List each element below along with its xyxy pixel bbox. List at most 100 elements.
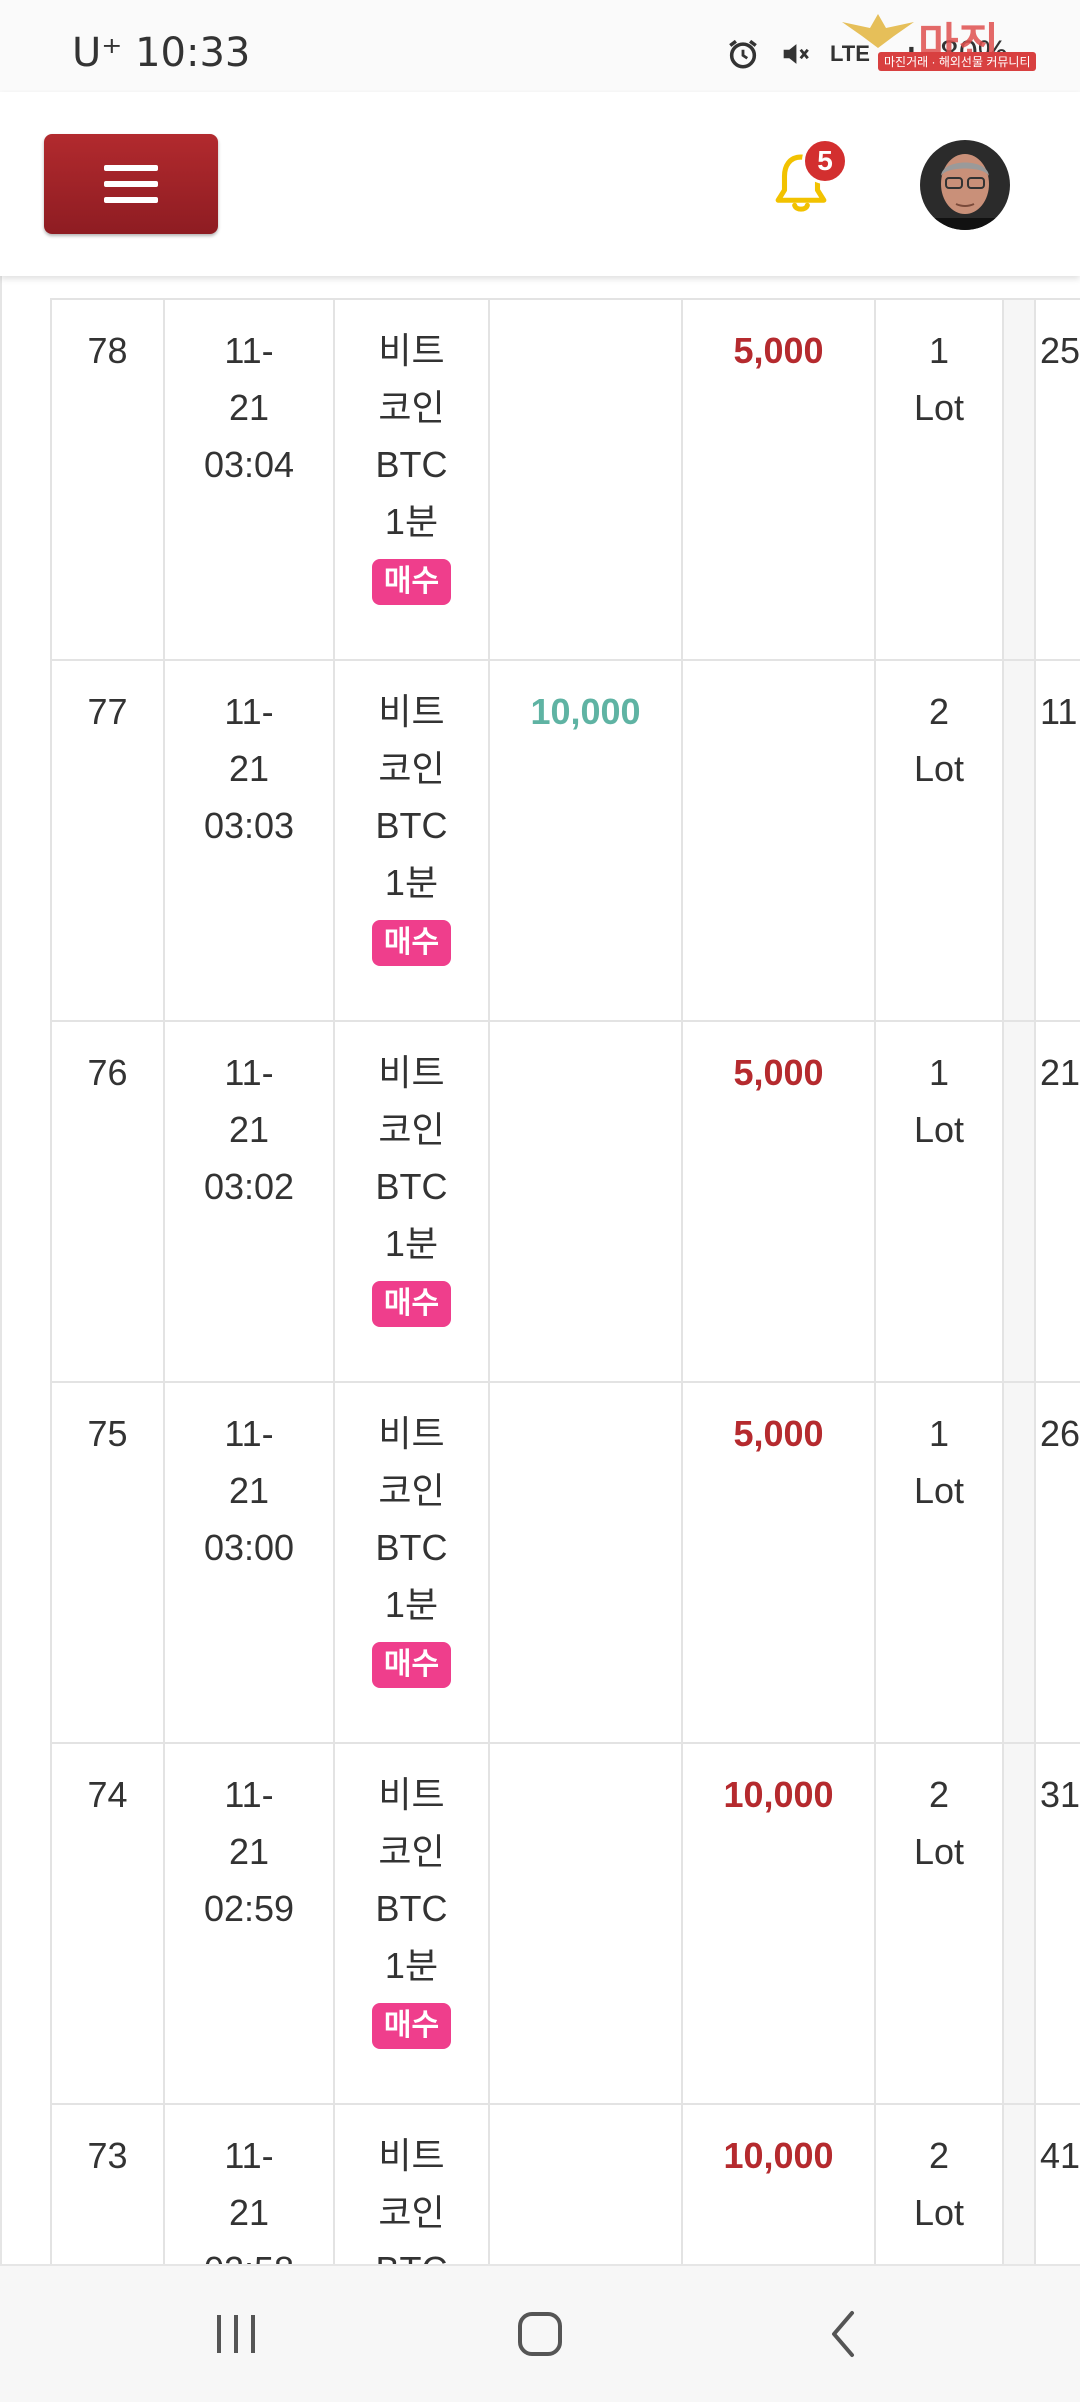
row-next-column: 21 — [1036, 1022, 1080, 1381]
table-row[interactable]: 74 11- 21 02:59 비트 코인 BTC 1분 매수 10,000 2 Lot 31 — [50, 1744, 1080, 2105]
row-lot: 2 Lot — [876, 1744, 1004, 2103]
menu-button[interactable] — [44, 134, 218, 234]
table-body: 78 11- 21 03:04 비트 코인 BTC 1분 매수 5,000 1 Lot 25 77 11- 2… — [50, 298, 1080, 2264]
row-date: 11- 21 03:00 — [165, 1383, 335, 1742]
user-photo-icon — [920, 140, 1010, 230]
eagle-logo-icon — [842, 14, 914, 48]
row-next-column: 11 — [1036, 661, 1080, 1020]
buy-badge: 매수 — [371, 920, 452, 966]
row-symbol-text: 비트코인BTC1분 — [375, 330, 448, 542]
row-symbol-text: 비트코인BTC1분 — [375, 691, 448, 903]
home-icon — [518, 2312, 562, 2356]
watermark-subtext: 마진거래 · 해외선물 커뮤니티 — [878, 52, 1037, 71]
row-loss-text: 5,000 — [733, 1052, 824, 1093]
row-profit — [490, 1744, 683, 2103]
clock-label: 10:33 — [135, 30, 251, 76]
row-lot: 1 Lot — [876, 1383, 1004, 1742]
table-row[interactable]: 76 11- 21 03:02 비트 코인 BTC 1분매수 5,000 1 Lot 21 — [50, 1022, 1080, 1383]
row-symbol-text: 비트코인BTC1분 — [375, 1413, 448, 1625]
row-date-text: 11- 21 02:59 — [203, 1774, 295, 1929]
row-lot-text: 2 Lot — [913, 1774, 965, 1872]
row-lot: 1 Lot — [876, 1022, 1004, 1381]
row-loss: 5,000 — [683, 1383, 876, 1742]
row-number: 76 — [50, 1022, 165, 1381]
row-loss: 5,000 — [683, 1022, 876, 1381]
table-row[interactable]: 78 11- 21 03:04 비트 코인 BTC 1분 매수 5,000 1 Lot 25 — [50, 298, 1080, 661]
row-symbol: 비트코인BTC1분매수 — [335, 300, 490, 659]
row-loss-text: 5,000 — [733, 1413, 824, 1454]
row-number-text: 77 — [87, 691, 128, 732]
row-symbol-text: 비트코인BTC1분 — [375, 1052, 448, 1264]
row-date: 11- 21 03:02 — [165, 1022, 335, 1381]
row-next-column: 25 — [1036, 300, 1080, 659]
content-border — [0, 276, 2, 2264]
buy-badge: 매수 — [371, 559, 452, 605]
row-symbol: 비트코인BTC1분매수 — [335, 2105, 490, 2264]
row-profit — [490, 1022, 683, 1381]
recent-apps-button[interactable] — [196, 2304, 276, 2364]
row-loss: 10,000 — [683, 1744, 876, 2103]
row-symbol: 비트코인BTC1분매수 — [335, 1744, 490, 2103]
avatar[interactable] — [920, 140, 1010, 230]
row-number-text: 74 — [87, 1774, 128, 1815]
row-profit — [490, 1383, 683, 1742]
home-button[interactable] — [500, 2304, 580, 2364]
row-number: 73 — [50, 2105, 165, 2264]
buy-badge: 매수 — [371, 2003, 452, 2049]
buy-badge: 매수 — [371, 1281, 452, 1327]
column-divider — [1004, 1022, 1036, 1381]
row-date: 11-2102:58 — [165, 2105, 335, 2264]
table-row[interactable]: 77 11- 21 03:03 비트 코인 BTC 1분매수 10,000 2 Lot 11 — [50, 661, 1080, 1022]
row-next-column: 41 — [1036, 2105, 1080, 2264]
system-nav-bar — [0, 2264, 1080, 2402]
status-time: U⁺ 10:33 — [72, 30, 250, 76]
table-row[interactable]: 73 11-2102:58 비트코인BTC1분매수 10,000 2Lot 41 — [50, 2105, 1080, 2264]
row-profit — [490, 2105, 683, 2264]
row-loss: 10,000 — [683, 2105, 876, 2264]
row-loss — [683, 661, 876, 1020]
row-lot-text: 1 Lot — [913, 330, 965, 428]
row-loss-text: 5,000 — [733, 330, 824, 371]
row-lot-text: 1 Lot — [913, 1052, 965, 1150]
row-next-column: 31 — [1036, 1744, 1080, 2103]
table-row[interactable]: 75 11- 21 03:00 비트 코인 BTC 1분 매수 5,000 1 Lot 26 — [50, 1383, 1080, 1744]
row-date-text: 11- 21 03:03 — [203, 691, 295, 846]
row-date: 11- 21 03:03 — [165, 661, 335, 1020]
buy-badge: 매수 — [371, 1642, 452, 1688]
row-loss: 5,000 — [683, 300, 876, 659]
row-profit — [490, 300, 683, 659]
row-profit-text: 10,000 — [530, 691, 641, 732]
row-number: 74 — [50, 1744, 165, 2103]
table-previous-row-edge — [50, 276, 1080, 298]
row-number-text: 76 — [87, 1052, 128, 1093]
row-date-text: 11-2102:58 — [204, 2135, 294, 2264]
row-next-column-text: 11 — [1040, 691, 1078, 732]
row-number-text: 78 — [87, 330, 128, 371]
column-divider — [1004, 300, 1036, 659]
row-symbol-text: 비트코인BTC1분 — [376, 2135, 448, 2264]
row-number: 77 — [50, 661, 165, 1020]
row-number-text: 73 — [87, 2135, 128, 2176]
row-next-column-text: 21 — [1040, 1052, 1080, 1093]
notification-badge: 5 — [802, 138, 848, 184]
row-loss-text: 10,000 — [723, 1774, 834, 1815]
column-divider — [1004, 1744, 1036, 2103]
row-lot: 2 Lot — [876, 661, 1004, 1020]
app-header: 5 — [0, 92, 1080, 276]
status-bar: U⁺ 10:33 LTE 80% 마진 마진거래 · 해외선물 커뮤니티 — [0, 0, 1080, 92]
back-button[interactable] — [804, 2304, 884, 2364]
row-loss-text: 10,000 — [723, 2135, 834, 2176]
row-next-column-text: 41 — [1040, 2135, 1080, 2176]
row-symbol: 비트코인BTC1분매수 — [335, 1022, 490, 1381]
row-profit: 10,000 — [490, 661, 683, 1020]
hamburger-icon — [104, 165, 158, 203]
row-date-text: 11- 21 03:02 — [203, 1052, 295, 1207]
row-lot-text: 1 Lot — [913, 1413, 965, 1511]
row-lot-text: 2 Lot — [913, 2135, 965, 2233]
row-date: 11- 21 03:04 — [165, 300, 335, 659]
row-date: 11- 21 02:59 — [165, 1744, 335, 2103]
row-next-column-text: 25 — [1040, 330, 1080, 371]
recent-apps-icon — [217, 2315, 255, 2353]
row-number: 78 — [50, 300, 165, 659]
row-symbol: 비트코인BTC1분매수 — [335, 661, 490, 1020]
